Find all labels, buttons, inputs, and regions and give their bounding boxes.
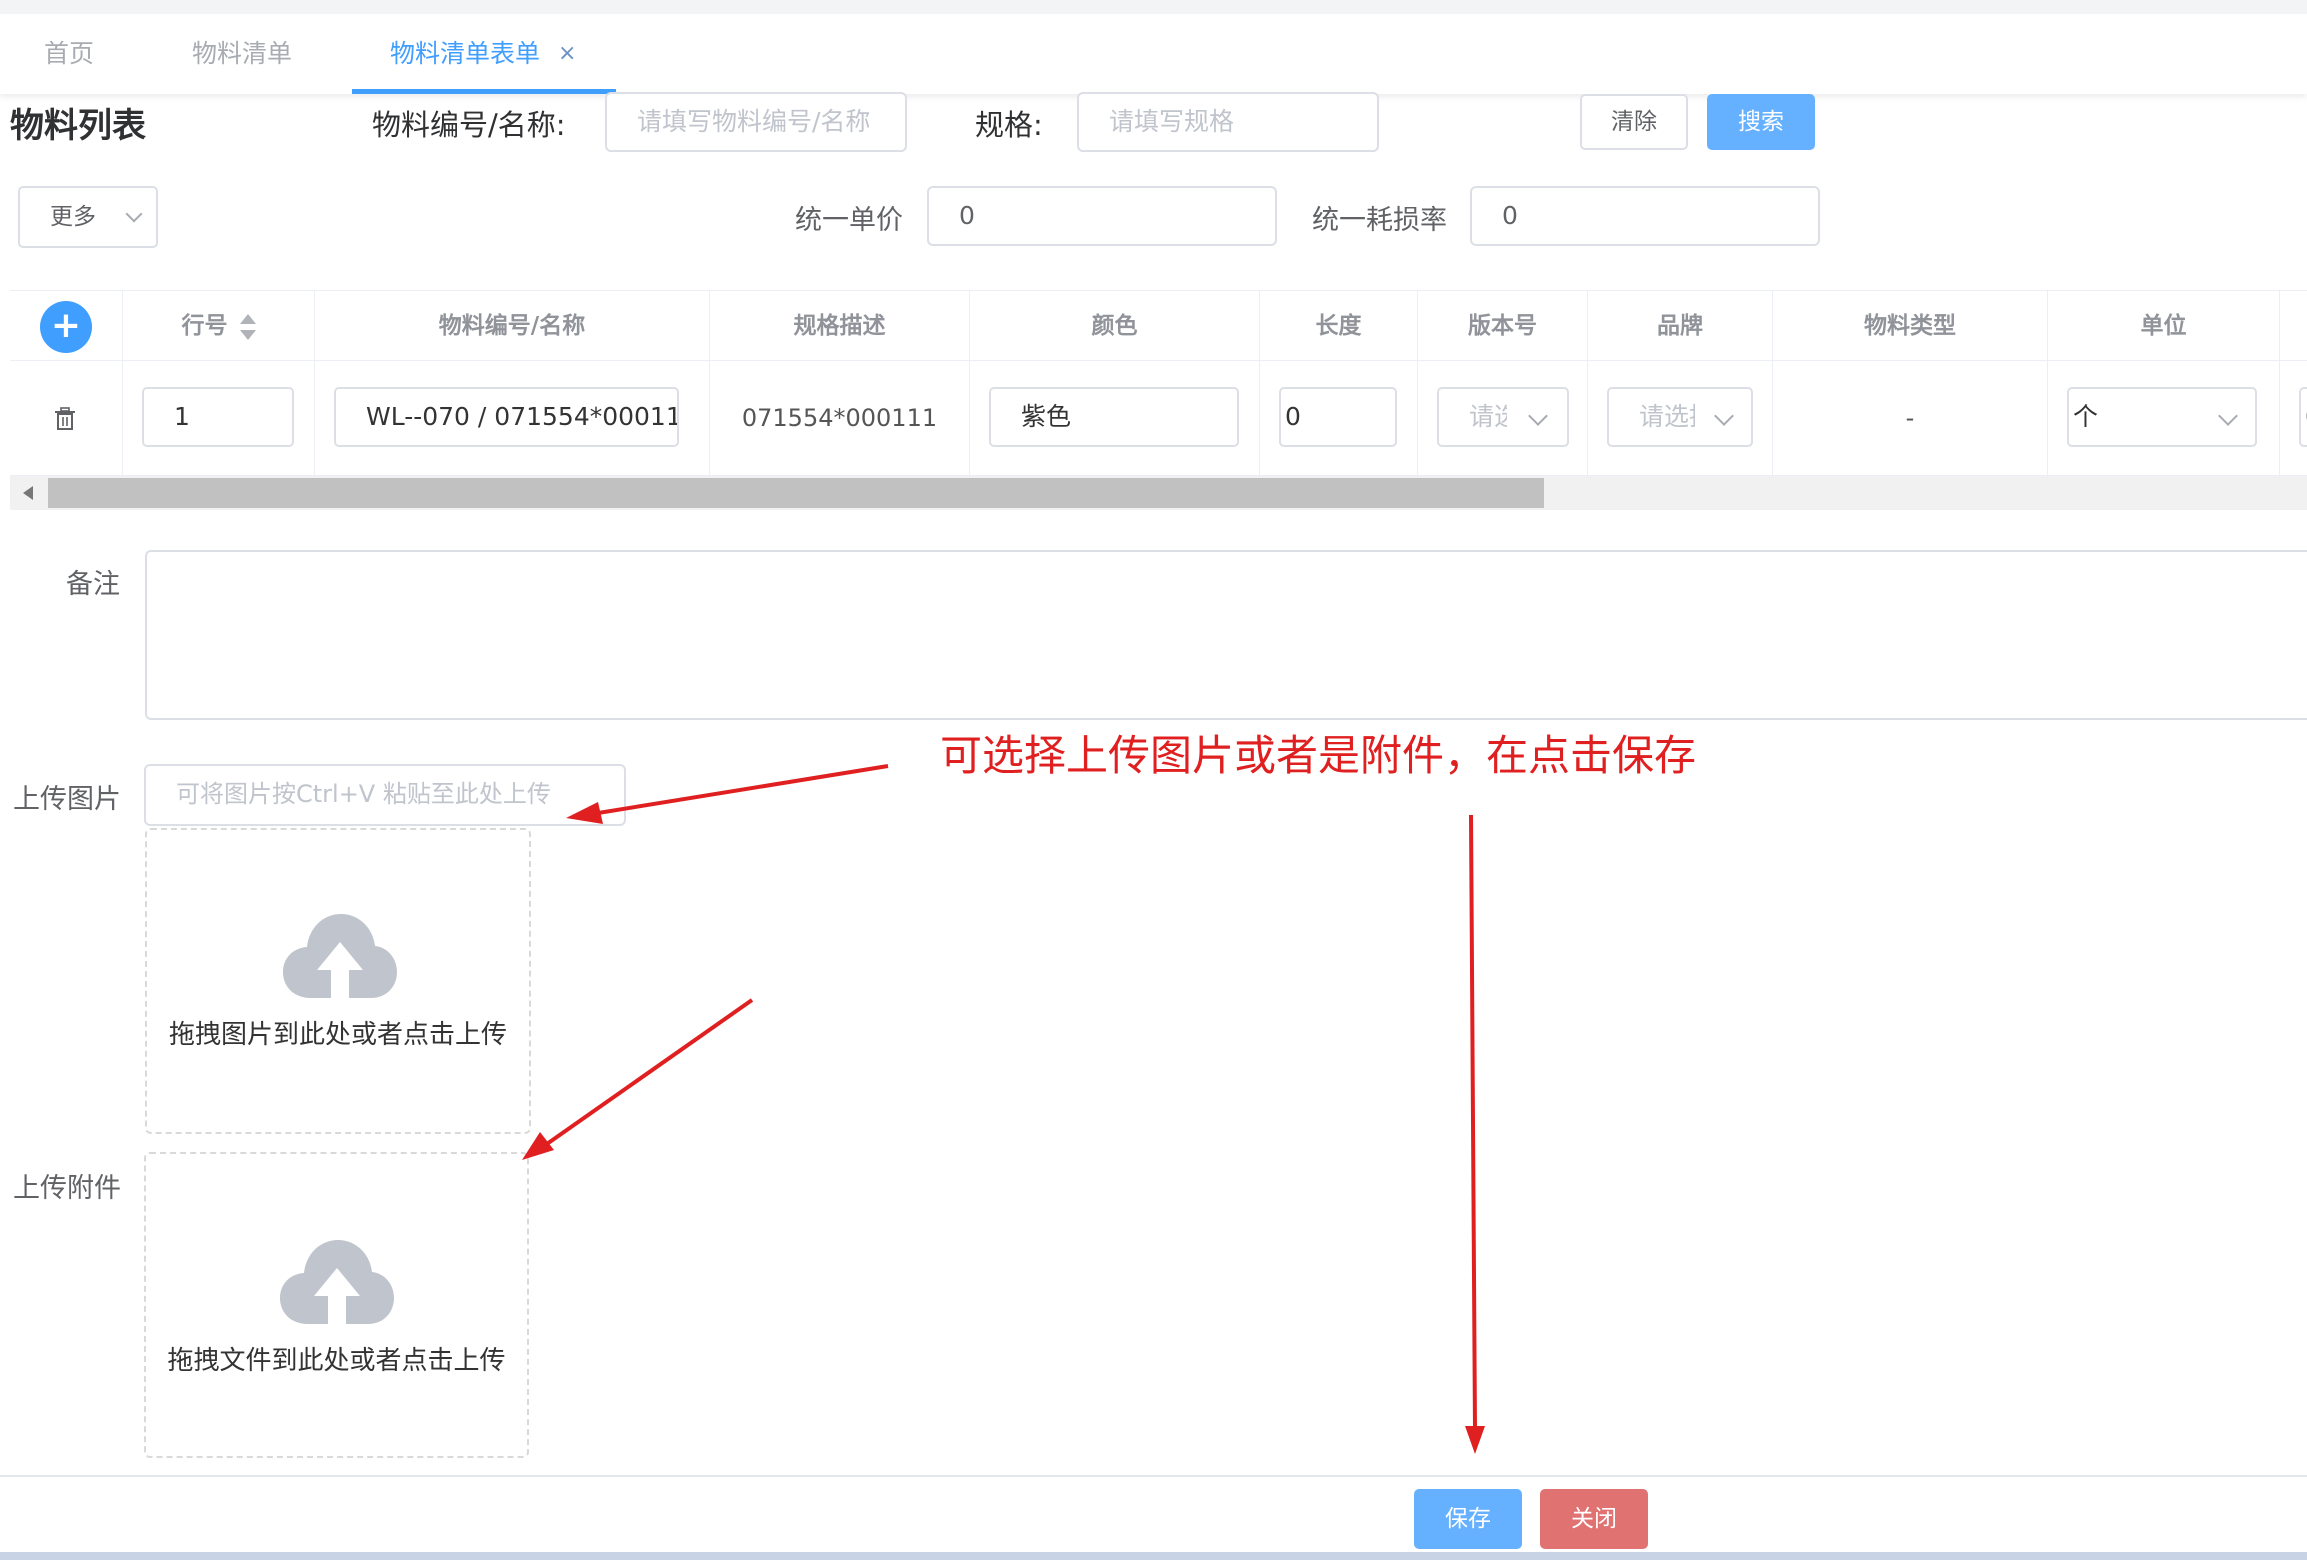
footer-bar: 保存 关闭 xyxy=(0,1475,2307,1560)
footer-edge xyxy=(0,1552,2307,1560)
arrow-to-dropzone xyxy=(522,998,754,1160)
save-button[interactable]: 保存 xyxy=(1414,1489,1522,1549)
arrow-to-paste-input xyxy=(566,764,889,824)
close-button[interactable]: 关闭 xyxy=(1540,1489,1648,1549)
annotation-arrows xyxy=(522,764,1485,1454)
arrow-to-save xyxy=(1465,814,1485,1454)
